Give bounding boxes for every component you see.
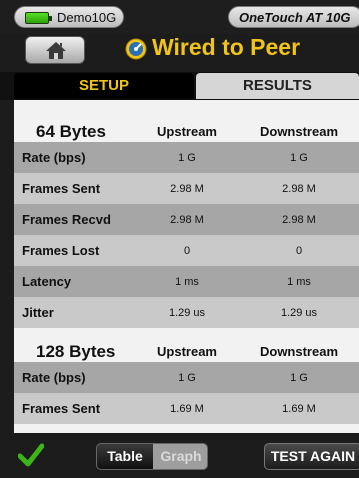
upstream-value: 1 ms [175,276,199,288]
table-row: Latency 1 ms 1 ms [14,266,359,297]
bottom-bar: Table Graph TEST AGAIN [0,433,359,478]
table-view-option[interactable]: Table [97,444,153,469]
section-64-bytes: 64 Bytes Upstream Downstream Rate (bps) … [14,108,359,328]
page-title: Wired to Peer [152,34,301,60]
row-label: Rate (bps) [22,150,86,165]
table-row: Frames Recvd 2.98 M 2.98 M [14,204,359,235]
downstream-value: 1 G [290,372,308,384]
tab-bar: SETUP RESULTS [0,72,359,100]
row-label: Frames Lost [22,243,100,258]
column-header-downstream: Downstream [259,124,339,139]
upstream-value: 1 G [178,152,196,164]
tab-results[interactable]: RESULTS [196,73,359,99]
section-header: 128 Bytes Upstream Downstream [14,328,359,362]
downstream-value: 1.29 us [280,307,318,319]
downstream-value: 0 [295,245,303,257]
test-again-button[interactable]: TEST AGAIN [264,443,359,470]
table-row: Frames Lost 0 0 [14,235,359,266]
table-row: Frames Sent 2.98 M 2.98 M [14,173,359,204]
upstream-value: 1 G [178,372,196,384]
upstream-value: 1.29 us [168,307,206,319]
section-title: 128 Bytes [36,342,116,361]
table-row: Rate (bps) 1 G 1 G [14,362,359,393]
results-table[interactable]: 64 Bytes Upstream Downstream Rate (bps) … [14,100,359,433]
home-button[interactable] [25,36,85,64]
row-label: Frames Recvd [22,212,111,227]
upstream-value: 2.98 M [170,214,204,226]
section-128-bytes: 128 Bytes Upstream Downstream Rate (bps)… [14,328,359,424]
gauge-icon [125,38,147,60]
graph-view-option[interactable]: Graph [153,444,207,469]
table-spacer [14,100,359,108]
row-label: Frames Sent [22,401,101,416]
downstream-value: 1.69 M [282,403,316,415]
column-header-upstream: Upstream [157,344,217,359]
row-label: Rate (bps) [22,370,86,385]
upstream-value: 1.69 M [170,403,204,415]
section-header: 64 Bytes Upstream Downstream [14,108,359,142]
header: Wired to Peer [0,34,359,72]
upstream-value: 0 [183,245,191,257]
upstream-value: 2.98 M [170,183,204,195]
battery-icon [25,12,52,24]
downstream-value: 2.98 M [282,183,316,195]
device-pill[interactable]: OneTouch AT 10G [228,6,359,28]
row-label: Latency [22,274,72,289]
column-header-downstream: Downstream [259,344,339,359]
table-row: Jitter 1.29 us 1.29 us [14,297,359,328]
downstream-value: 2.98 M [282,214,316,226]
home-icon [46,42,66,59]
column-header-upstream: Upstream [157,124,217,139]
row-label: Jitter [22,305,54,320]
profile-pill[interactable]: Demo10G [14,6,124,28]
status-bar: Demo10G OneTouch AT 10G [0,0,359,34]
downstream-value: 1 ms [287,276,311,288]
profile-name: Demo10G [57,10,117,25]
checkmark-icon [18,443,44,467]
downstream-value: 1 G [290,152,308,164]
table-row: Frames Sent 1.69 M 1.69 M [14,393,359,424]
tab-setup[interactable]: SETUP [14,73,194,99]
row-label: Frames Sent [22,181,101,196]
view-toggle: Table Graph [96,443,208,470]
device-name: OneTouch AT 10G [239,10,351,25]
section-title: 64 Bytes [36,122,106,141]
device-screen: Demo10G OneTouch AT 10G Wired to Peer SE… [0,0,359,478]
table-row: Rate (bps) 1 G 1 G [14,142,359,173]
